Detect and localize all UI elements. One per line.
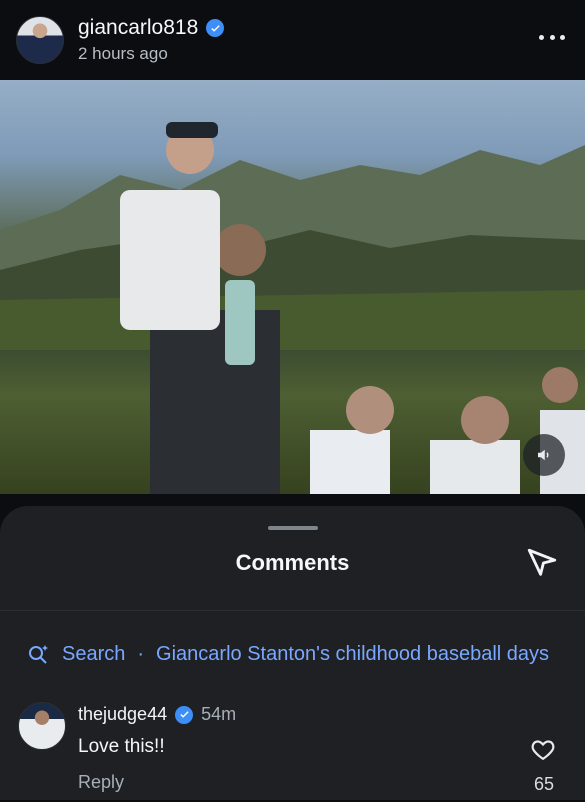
search-text: Giancarlo Stanton's childhood baseball d… — [156, 642, 550, 665]
comments-title: Comments — [235, 550, 350, 575]
people-silhouettes — [120, 122, 585, 494]
search-separator: · — [137, 642, 145, 665]
comment-avatar[interactable] — [18, 702, 66, 750]
post-author[interactable]: giancarlo818 — [78, 16, 225, 40]
search-sparkle-icon — [29, 645, 48, 664]
post-author-avatar[interactable] — [16, 16, 64, 64]
like-count: 65 — [533, 774, 554, 794]
verified-badge-icon — [206, 19, 225, 37]
divider — [0, 610, 585, 611]
post-time: 2 hours ago — [78, 44, 168, 63]
comment-text: Love this!! — [78, 736, 165, 757]
comment-item: thejudge44 54m Love this!! Reply 65 — [18, 702, 568, 802]
share-icon[interactable] — [525, 546, 559, 580]
volume-button[interactable] — [523, 434, 565, 476]
comment-header: thejudge44 54m — [78, 704, 236, 725]
comment-time: 54m — [201, 704, 237, 724]
comments-search[interactable]: Search · Giancarlo Stanton's childhood b… — [26, 642, 549, 666]
post-photo[interactable] — [0, 80, 585, 494]
post-header: giancarlo818 2 hours ago — [0, 0, 585, 80]
search-prefix: Search — [62, 642, 126, 665]
post-username[interactable]: giancarlo818 — [78, 16, 198, 40]
verified-badge-icon — [175, 705, 194, 724]
heart-icon[interactable] — [530, 736, 556, 760]
comments-sheet: Comments Search · Giancarlo Stanton's ch… — [0, 506, 585, 800]
comment-username[interactable]: thejudge44 — [78, 704, 167, 725]
more-options-icon[interactable] — [539, 24, 565, 50]
reply-button[interactable]: Reply — [78, 772, 124, 793]
drag-handle[interactable] — [268, 526, 318, 530]
volume-icon — [538, 449, 549, 461]
